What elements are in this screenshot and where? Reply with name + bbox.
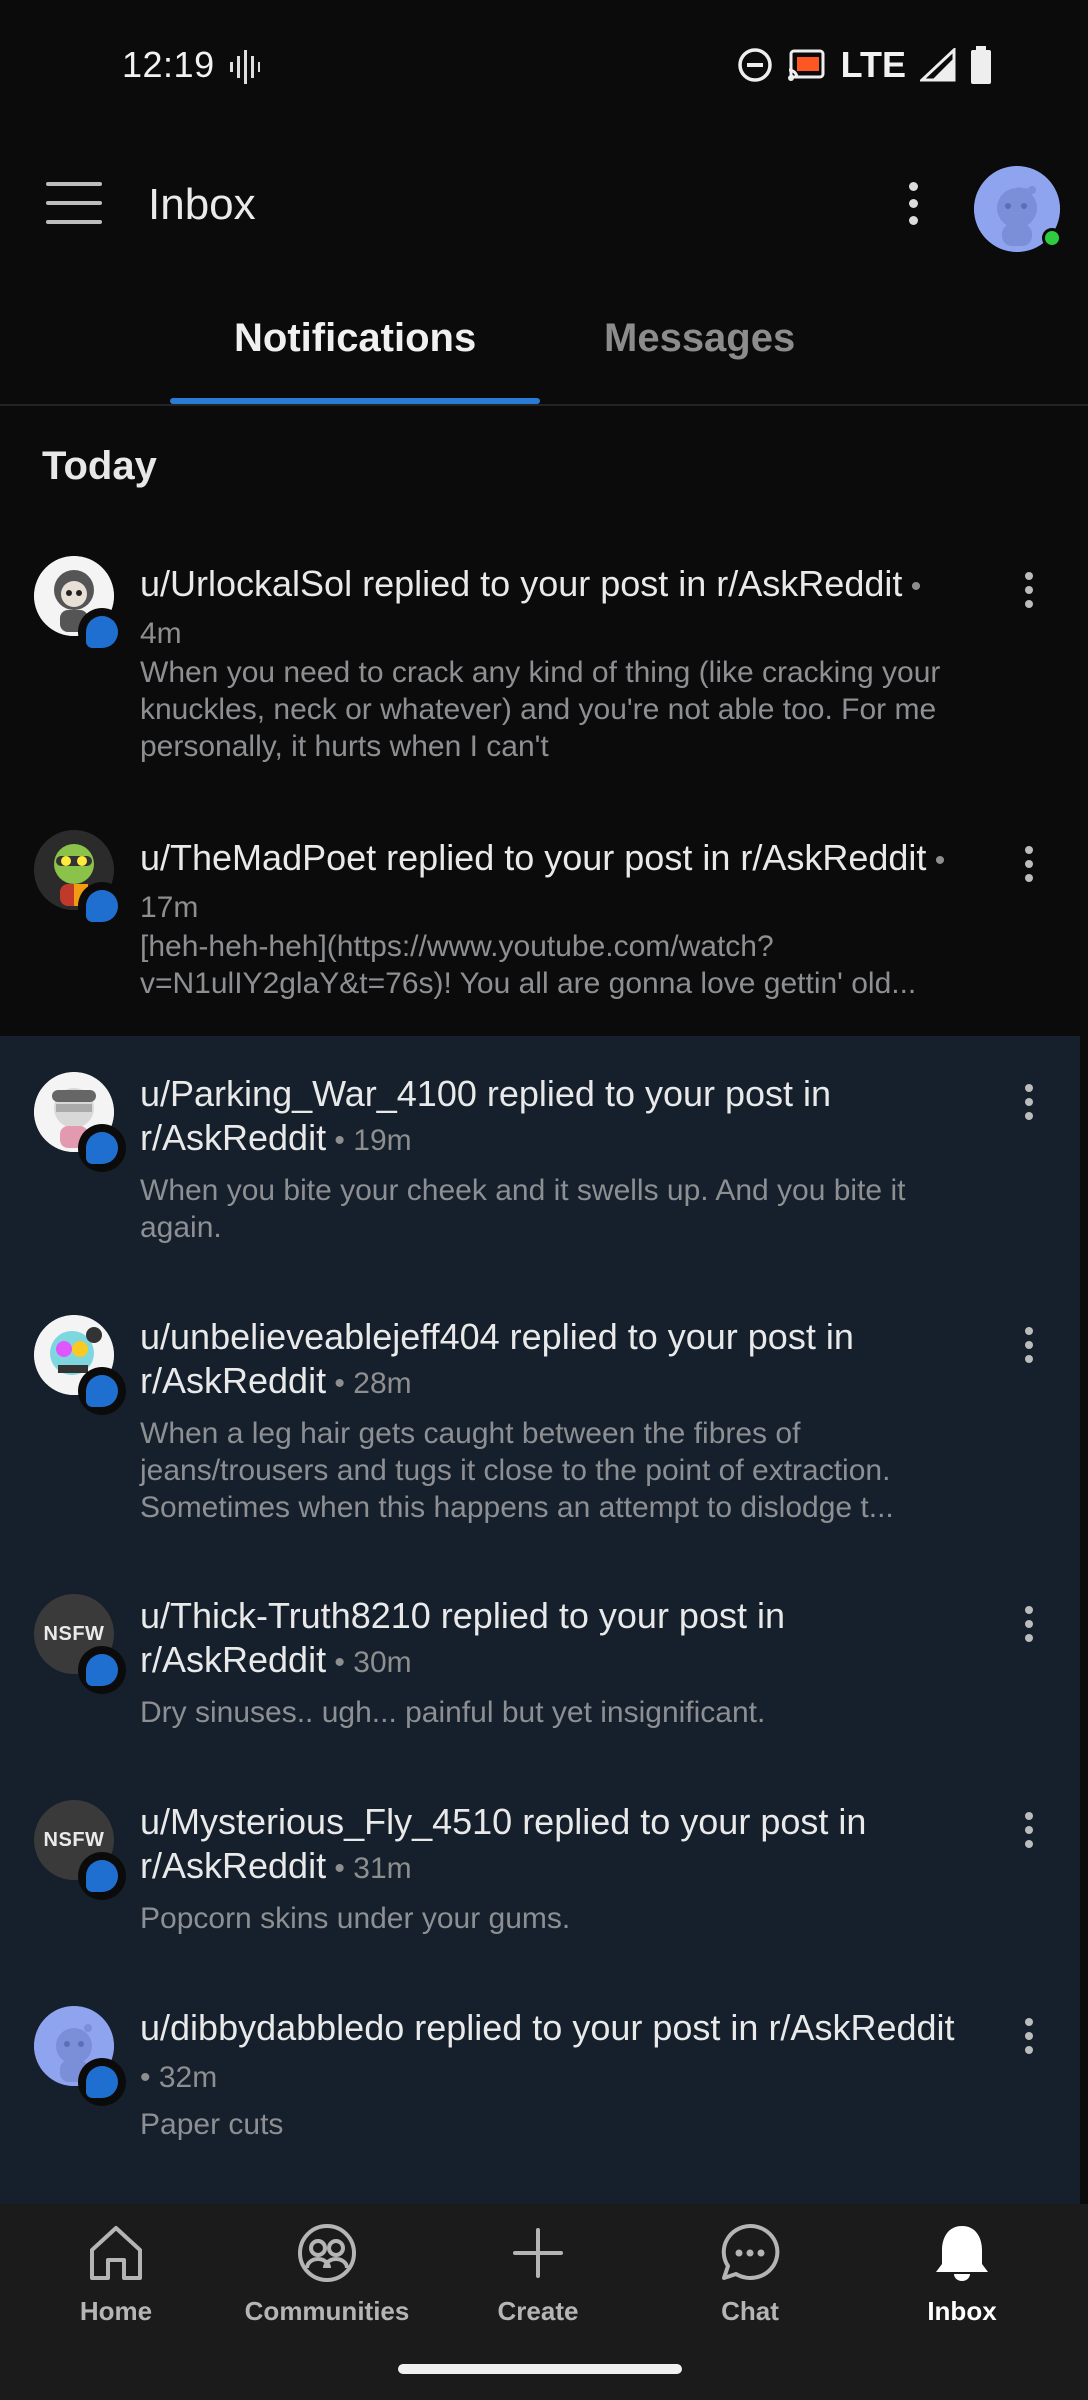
notification-time: 30m (353, 1646, 412, 1679)
notification-more-icon[interactable] (1014, 572, 1044, 612)
reply-badge (78, 1852, 126, 1900)
user-avatar[interactable] (974, 166, 1062, 252)
notification-item[interactable]: u/UrlockalSol replied to your post in r/… (0, 556, 1088, 776)
reply-badge (78, 1367, 126, 1415)
nav-label: Inbox (927, 2296, 997, 2326)
notification-title: u/unbelieveablejeff404 replied to your p… (140, 1316, 854, 1401)
more-options-icon[interactable] (898, 182, 928, 230)
voice-recording-icon (230, 50, 260, 84)
communities-icon (298, 2224, 356, 2282)
notification-item[interactable]: NSFW u/Thick-Truth8210 replied to your p… (0, 1588, 1088, 1758)
plus-icon (513, 2228, 563, 2278)
network-type: LTE (840, 44, 906, 85)
nav-communities[interactable]: Communities (227, 2222, 427, 2327)
notification-more-icon[interactable] (1014, 2018, 1044, 2058)
notification-body: When you bite your cheek and it swells u… (140, 1174, 906, 1244)
do-not-disturb-icon (737, 48, 772, 82)
nav-chat[interactable]: Chat (650, 2222, 850, 2327)
app-bar: Inbox (0, 130, 1088, 280)
home-icon (90, 2226, 142, 2280)
bell-icon (936, 2226, 988, 2281)
page-title: Inbox (148, 180, 256, 229)
signal-icon (920, 48, 956, 82)
notification-item[interactable]: u/dibbydabbledo replied to your post in … (0, 2000, 1088, 2170)
nav-create[interactable]: Create (438, 2222, 638, 2327)
reply-badge (78, 1124, 126, 1172)
notification-time: 32m (158, 2061, 218, 2094)
reply-badge (78, 1646, 126, 1694)
notification-item[interactable]: NSFW u/Mysterious_Fly_4510 replied to yo… (0, 1794, 1088, 1964)
status-time: 12:19 (122, 44, 215, 85)
nav-label: Chat (721, 2296, 779, 2326)
notification-body: [heh-heh-heh](https://www.youtube.com/wa… (140, 930, 917, 1000)
active-tab-indicator (170, 398, 540, 404)
notification-body: Dry sinuses.. ugh... painful but yet ins… (140, 1696, 766, 1729)
nav-label: Home (79, 2296, 153, 2326)
notification-title: u/Mysterious_Fly_4510 replied to your po… (140, 1801, 867, 1886)
notification-body: Popcorn skins under your gums. (140, 1902, 571, 1935)
notification-more-icon[interactable] (1014, 1327, 1044, 1367)
status-bar: 12:19 LTE (0, 0, 1088, 130)
chat-icon (721, 2223, 780, 2280)
nav-inbox[interactable]: Inbox (862, 2222, 1062, 2327)
reply-badge (78, 2058, 126, 2106)
notification-time: 17m (140, 891, 199, 924)
battery-icon (971, 46, 991, 84)
notification-more-icon[interactable] (1014, 846, 1044, 886)
notification-time: 4m (140, 617, 182, 650)
notification-item[interactable]: u/unbelieveablejeff404 replied to your p… (0, 1309, 1088, 1549)
nav-home[interactable]: Home (16, 2222, 216, 2327)
notification-title: u/TheMadPoet replied to your post in r/A… (140, 837, 946, 924)
reply-badge (78, 882, 126, 930)
tab-notifications[interactable]: Notifications (234, 316, 476, 361)
home-indicator[interactable] (398, 2364, 682, 2374)
notification-item[interactable]: u/Parking_War_4100 replied to your post … (0, 1066, 1088, 1266)
notification-title: u/Parking_War_4100 replied to your post … (140, 1073, 832, 1158)
notification-title: u/UrlockalSol replied to your post in r/… (140, 563, 922, 650)
notification-time: 31m (353, 1852, 412, 1885)
notification-more-icon[interactable] (1014, 1606, 1044, 1646)
notification-time: 19m (353, 1124, 412, 1157)
notification-body: When you need to crack any kind of thing… (140, 656, 941, 763)
reply-badge (78, 608, 126, 656)
notification-title: u/Thick-Truth8210 replied to your post i… (140, 1595, 785, 1680)
notification-body: When a leg hair gets caught between the … (140, 1417, 894, 1524)
cast-icon (787, 49, 825, 81)
notification-title: u/dibbydabbledo replied to your post in … (140, 2007, 955, 2094)
menu-icon[interactable] (46, 182, 102, 226)
inbox-tabs: Notifications Messages (0, 280, 1088, 406)
notification-time: 28m (353, 1367, 412, 1400)
tab-messages[interactable]: Messages (604, 316, 795, 361)
online-status-dot (1042, 228, 1062, 248)
section-header-today: Today (42, 444, 157, 488)
notification-more-icon[interactable] (1014, 1812, 1044, 1852)
notification-body: Paper cuts (140, 2108, 284, 2141)
nav-label: Communities (244, 2296, 410, 2326)
nav-label: Create (497, 2296, 579, 2326)
notification-more-icon[interactable] (1014, 1084, 1044, 1124)
notification-item[interactable]: u/TheMadPoet replied to your post in r/A… (0, 830, 1088, 1020)
